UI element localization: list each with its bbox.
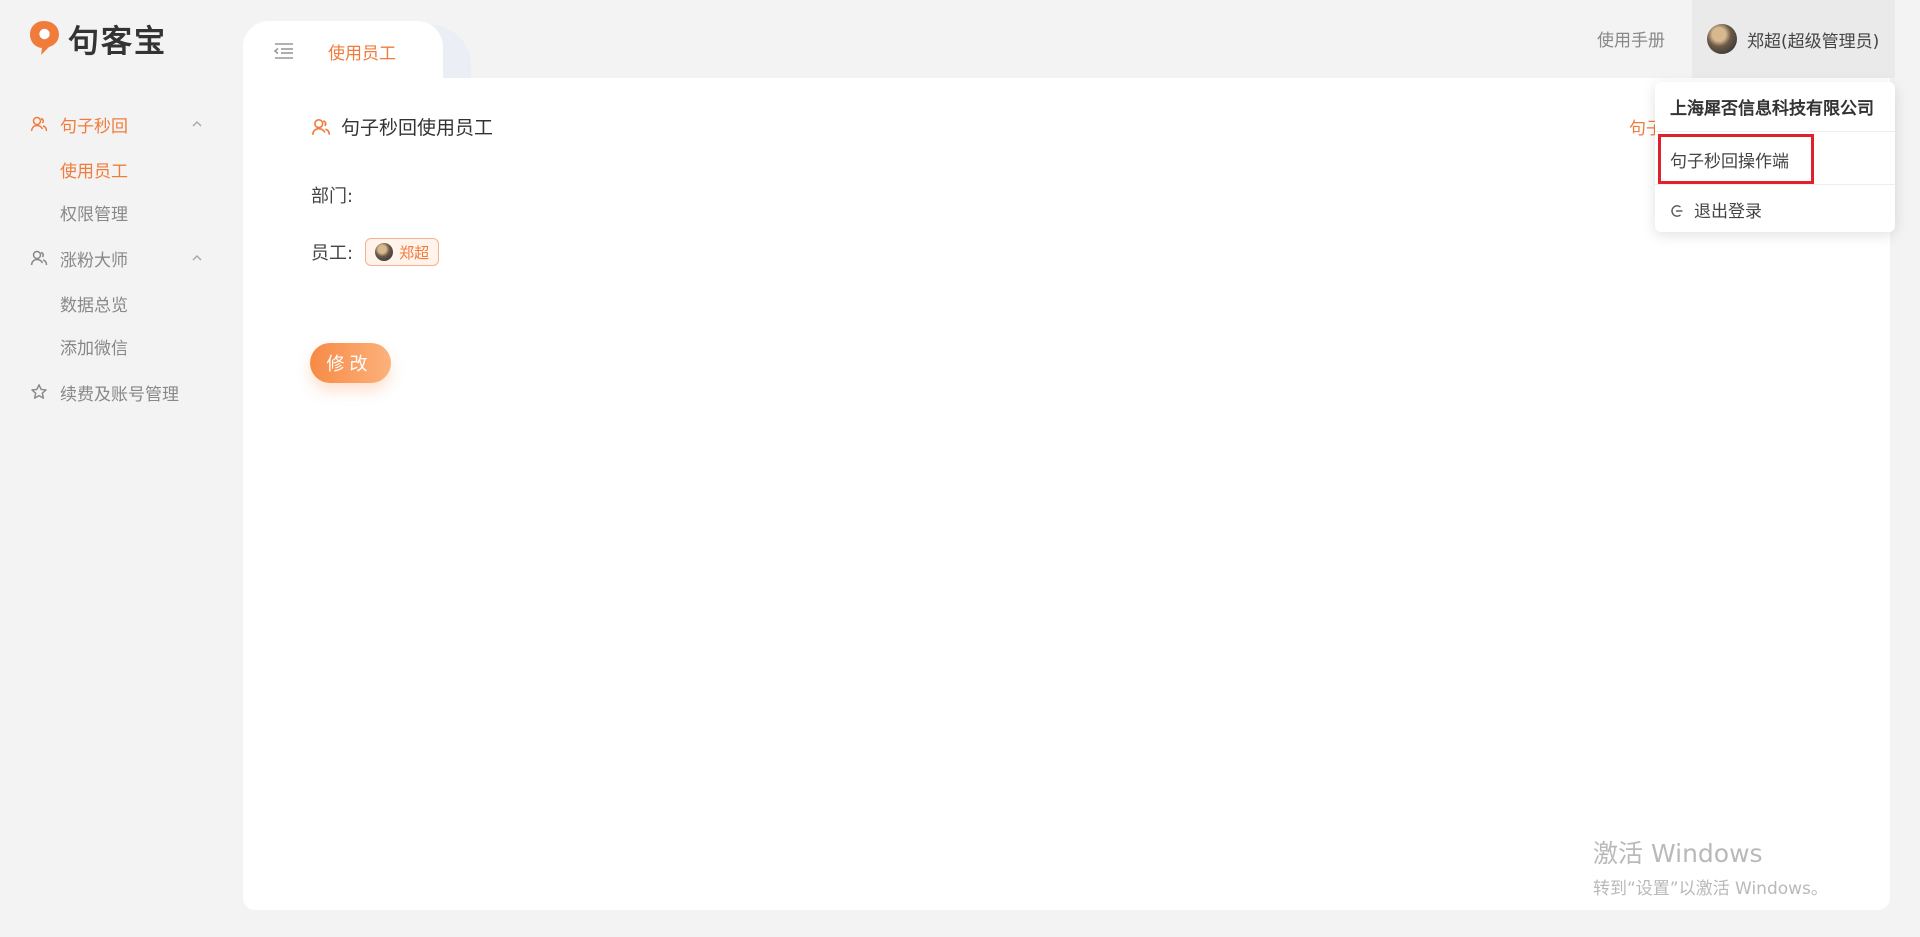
logout-menu-item[interactable]: 退出登录: [1670, 197, 1762, 222]
sidebar-item-employees[interactable]: 使用员工: [0, 148, 230, 191]
user-dropdown-menu: 上海犀否信息科技有限公司 句子秒回操作端 退出登录: [1655, 82, 1895, 232]
users-icon: [30, 249, 48, 267]
logout-label: 退出登录: [1694, 202, 1762, 222]
user-manual-link[interactable]: 使用手册: [1597, 26, 1665, 51]
section-header: 句子秒回使用员工: [311, 113, 493, 140]
edit-button[interactable]: 修改: [310, 343, 391, 383]
employee-label: 员工:: [311, 243, 354, 264]
app-logo[interactable]: 句客宝: [28, 18, 167, 60]
sidebar-group-label: 续费及账号管理: [60, 384, 179, 405]
sidebar-group-label: 涨粉大师: [60, 250, 128, 271]
windows-activation-watermark: 激活 Windows 转到“设置”以激活 Windows。: [1593, 834, 1828, 899]
logout-icon: [1670, 203, 1684, 217]
tab-employees[interactable]: 使用员工: [243, 21, 443, 81]
chevron-up-icon: [190, 250, 204, 264]
chevron-up-icon: [190, 116, 204, 130]
department-row: 部门:: [311, 182, 353, 208]
page-title: 句子秒回使用员工: [341, 117, 494, 139]
sidebar-group-label: 句子秒回: [60, 116, 128, 137]
tab-label: 使用员工: [328, 43, 396, 64]
sidebar-group-juzi-miaohui[interactable]: 句子秒回: [0, 100, 230, 148]
user-name: 郑超(超级管理员): [1747, 31, 1880, 52]
watermark-title: 激活 Windows: [1593, 839, 1763, 868]
employee-name: 郑超: [399, 243, 430, 262]
sidebar-item-data-overview[interactable]: 数据总览: [0, 282, 230, 325]
users-icon: [311, 117, 331, 137]
logo-icon: [28, 19, 62, 57]
user-menu-trigger[interactable]: 郑超(超级管理员): [1692, 0, 1895, 78]
menu-collapse-icon[interactable]: [273, 40, 295, 62]
logo-text: 句客宝: [68, 23, 167, 60]
department-label: 部门:: [311, 186, 354, 207]
watermark-subtitle: 转到“设置”以激活 Windows。: [1593, 879, 1828, 899]
avatar: [375, 243, 394, 261]
avatar: [1707, 24, 1737, 54]
top-right-link[interactable]: 句子: [1629, 114, 1657, 139]
tab-bar: 使用员工: [243, 21, 473, 85]
star-icon: [30, 383, 48, 401]
operator-console-menu-item[interactable]: 句子秒回操作端: [1658, 134, 1814, 184]
sidebar-item-permissions[interactable]: 权限管理: [0, 191, 230, 234]
employee-tag[interactable]: 郑超: [365, 238, 440, 266]
divider: [1655, 184, 1895, 185]
sidebar-item-add-wechat[interactable]: 添加微信: [0, 325, 230, 368]
sidebar-group-zhangfen-dashi[interactable]: 涨粉大师: [0, 234, 230, 282]
company-name: 上海犀否信息科技有限公司: [1655, 82, 1895, 132]
main-content-card: 句子秒回使用员工 句子 部门: 员工: 郑超 修改 激活 Windows 转到“…: [243, 78, 1890, 910]
users-icon: [30, 115, 48, 133]
sidebar: 句子秒回 使用员工 权限管理 涨粉大师 数据总览 添加微信 续费及账号管理: [0, 100, 230, 416]
employee-row: 员工: 郑超: [311, 238, 440, 266]
sidebar-group-billing-accounts[interactable]: 续费及账号管理: [0, 368, 230, 416]
